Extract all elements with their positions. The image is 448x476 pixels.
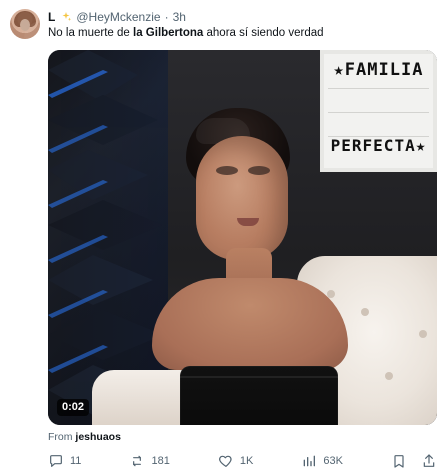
- person-dress: [180, 366, 338, 425]
- from-user-link[interactable]: jeshuaos: [75, 431, 121, 443]
- video-media[interactable]: ★FAMILIA PERFECTA★ 0:02: [48, 50, 437, 425]
- tweet-text: No la muerte de la Gilbertona ahora sí s…: [48, 26, 324, 41]
- repost-count: 181: [151, 455, 170, 467]
- like-icon: [218, 453, 234, 469]
- video-person: [134, 108, 354, 425]
- share-icon: [421, 453, 437, 469]
- share-button[interactable]: [421, 453, 437, 469]
- author-avatar[interactable]: [10, 9, 40, 39]
- header-separator: ·: [164, 10, 169, 24]
- person-face: [196, 136, 288, 260]
- like-button[interactable]: 1K: [218, 453, 253, 469]
- person-eye-left: [216, 166, 238, 175]
- reply-button[interactable]: 11: [48, 453, 81, 469]
- tweet-actions: 11 181 1K 63K: [48, 451, 437, 471]
- views-icon: [301, 453, 317, 469]
- sparkles-icon: [60, 11, 72, 23]
- from-prefix: From: [48, 431, 73, 443]
- reply-count: 11: [70, 455, 82, 467]
- person-eye-right: [248, 166, 270, 175]
- tweet-time[interactable]: 3h: [173, 9, 186, 25]
- lightbox-line-1: ★FAMILIA: [333, 60, 424, 80]
- tweet-text-after: ahora sí siendo verdad: [203, 27, 324, 39]
- tweet-text-before: No la muerte de: [48, 27, 134, 39]
- author-handle[interactable]: @HeyMckenzie: [76, 9, 160, 25]
- views-count: 63K: [323, 455, 343, 467]
- media-source: From jeshuaos: [48, 430, 121, 444]
- views-button[interactable]: 63K: [301, 453, 343, 469]
- tweet-text-bold: la Gilbertona: [133, 27, 204, 39]
- like-count: 1K: [239, 455, 254, 467]
- video-timestamp: 0:02: [57, 399, 90, 416]
- repost-button[interactable]: 181: [129, 453, 170, 469]
- bookmark-button[interactable]: [391, 453, 407, 469]
- tweet-header: L @HeyMckenzie · 3h: [48, 9, 186, 25]
- author-display-name[interactable]: L: [48, 9, 55, 25]
- reply-icon: [48, 453, 64, 469]
- avatar-face: [20, 19, 30, 31]
- bookmark-icon: [391, 453, 407, 469]
- tweet-card: L @HeyMckenzie · 3h No la muerte de la G…: [0, 0, 448, 476]
- repost-icon: [129, 453, 145, 469]
- person-shoulders: [152, 278, 348, 370]
- secondary-actions: [391, 453, 437, 469]
- lightbox-divider-top: [328, 88, 429, 89]
